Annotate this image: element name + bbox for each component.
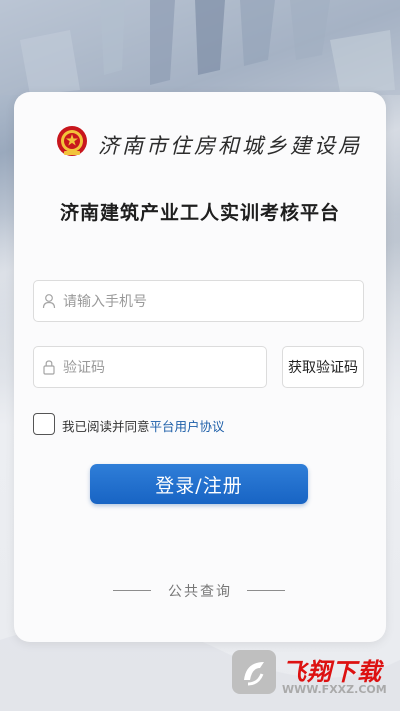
phone-field[interactable] bbox=[33, 280, 364, 323]
code-field[interactable] bbox=[33, 346, 267, 389]
code-input[interactable] bbox=[61, 347, 263, 389]
agree-statement: 我已阅读并同意平台用户协议 bbox=[62, 416, 225, 435]
user-agreement-link[interactable]: 平台用户协议 bbox=[150, 419, 225, 434]
get-code-button[interactable]: 获取验证码 bbox=[282, 346, 364, 388]
lock-icon bbox=[43, 360, 55, 375]
user-icon bbox=[42, 294, 56, 309]
watermark-logo-icon bbox=[232, 650, 276, 694]
bureau-name: 济南市住房和城乡建设局 bbox=[98, 134, 362, 158]
page-title: 济南建筑产业工人实训考核平台 bbox=[59, 202, 340, 224]
login-button[interactable]: 登录/注册 bbox=[90, 464, 308, 504]
public-query-link[interactable]: 公共查询 bbox=[0, 581, 400, 601]
watermark-url: WWW.FXXZ.COM bbox=[282, 683, 387, 696]
watermark: 飞翔下载 WWW.FXXZ.COM bbox=[232, 650, 392, 705]
agree-label: 我已阅读并同意 bbox=[62, 419, 150, 434]
national-emblem-icon bbox=[57, 126, 87, 156]
agree-checkbox[interactable] bbox=[33, 413, 55, 435]
watermark-brand: 飞翔下载 bbox=[282, 658, 382, 686]
divider-right bbox=[247, 590, 285, 591]
phone-input[interactable] bbox=[61, 281, 360, 323]
